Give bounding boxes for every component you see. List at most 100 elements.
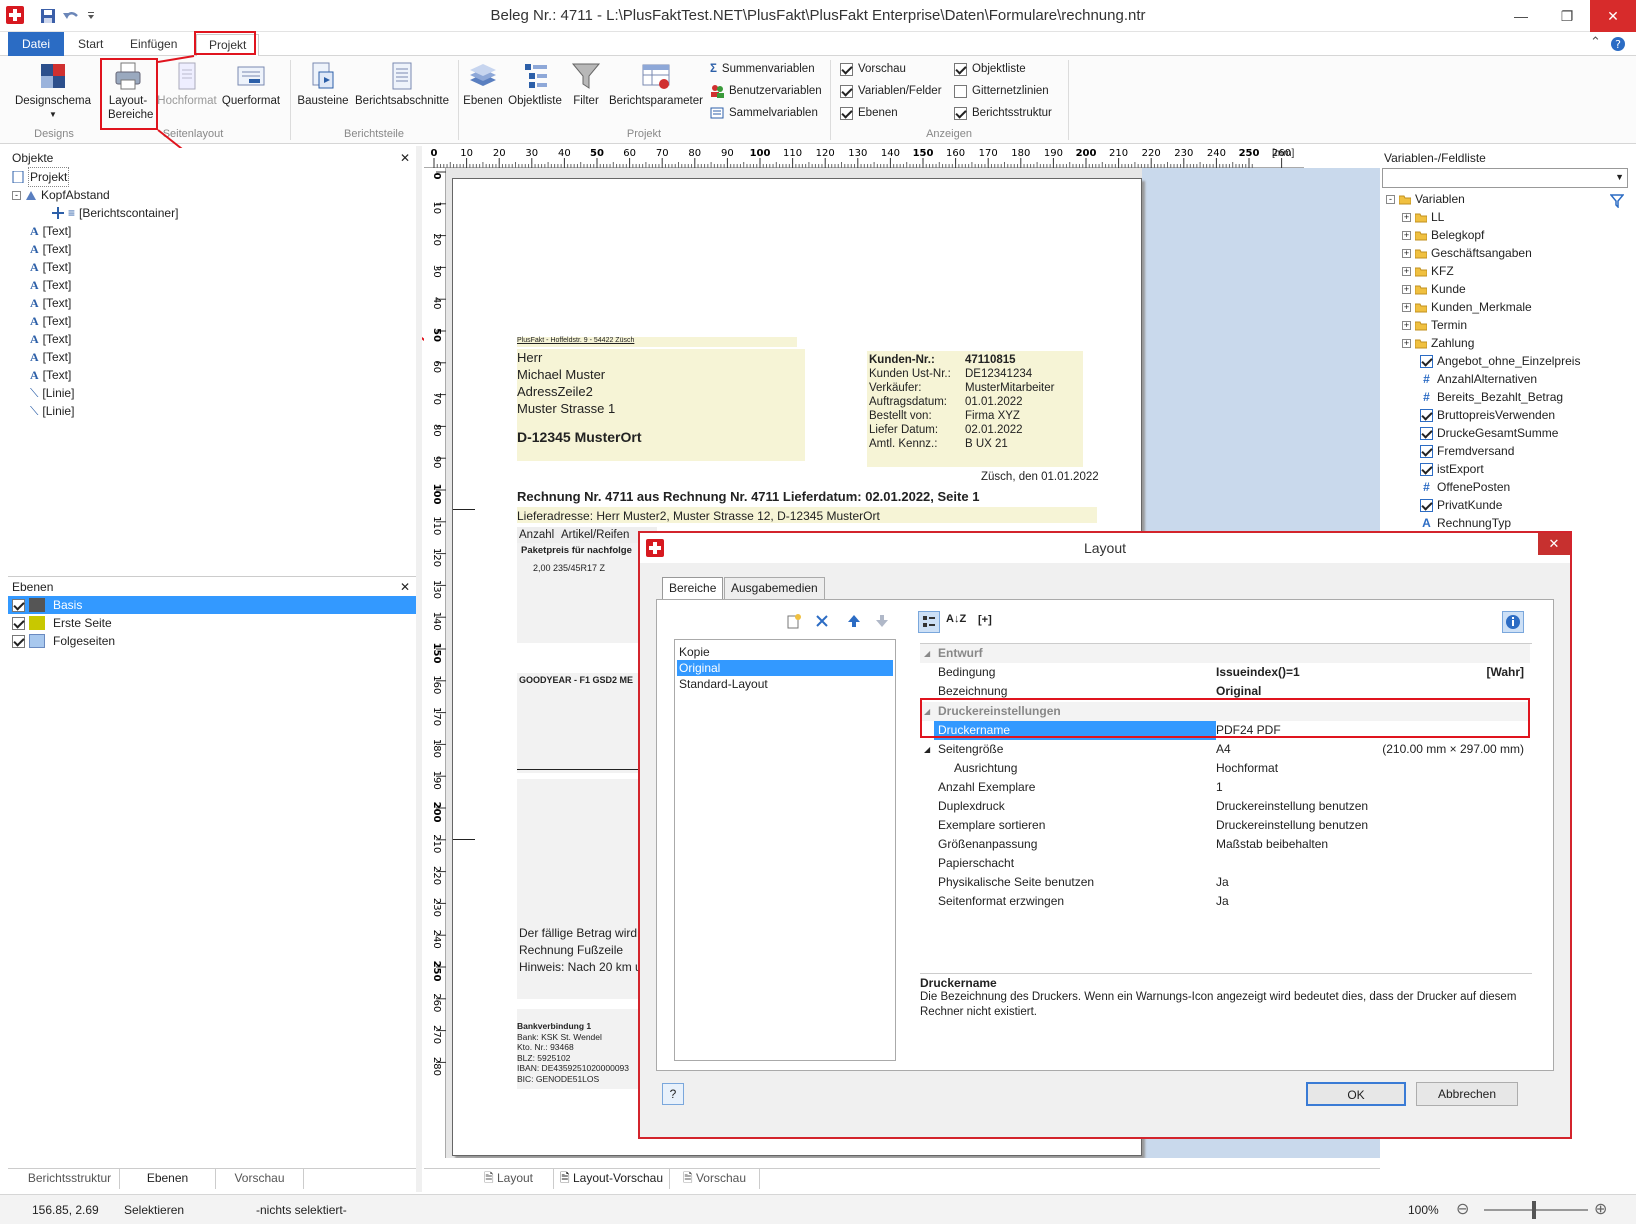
expand-all-button[interactable]: [+] (978, 614, 992, 626)
ebenen-button[interactable]: Ebenen (462, 60, 504, 108)
hochformat-button[interactable]: Hochformat (156, 60, 218, 108)
tab-layout[interactable]: 🗎 Layout (464, 1169, 554, 1189)
check-objektliste[interactable]: Objektliste (954, 60, 1026, 78)
minimize-button[interactable]: — (1498, 0, 1544, 32)
cancel-button[interactable]: Abbrechen (1416, 1082, 1518, 1106)
info-labels[interactable]: Kunden-Nr.: Kunden Ust-Nr.: Verkäufer: A… (869, 353, 951, 451)
undo-icon[interactable] (62, 8, 80, 24)
save-icon[interactable] (40, 8, 56, 24)
var-folder[interactable]: + Kunde (1402, 280, 1466, 298)
tree-item-kopfabstand[interactable]: - KopfAbstand (12, 186, 110, 204)
tree-item-text[interactable]: A [Text] (30, 276, 71, 294)
dialog-tab-bereiche[interactable]: Bereiche (662, 577, 724, 599)
item-line[interactable]: 2,00 235/45R17 Z (533, 563, 605, 573)
var-item[interactable]: # AnzahlAlternativen (1420, 370, 1537, 388)
designschema-button[interactable]: Designschema ▼ (12, 60, 94, 122)
tree-item-linie[interactable]: ⟍ [Linie] (30, 402, 74, 420)
maximize-button[interactable]: ❐ (1544, 0, 1590, 32)
paket-line[interactable]: Paketpreis für nachfolge (521, 545, 632, 556)
section-entwurf[interactable]: ◢ Entwurf (920, 644, 1530, 663)
goodyear-line[interactable]: GOODYEAR - F1 GSD2 ME (519, 675, 633, 685)
delete-layout-icon[interactable] (814, 613, 830, 629)
list-item-kopie[interactable]: Kopie (677, 644, 710, 660)
app-logo-icon[interactable] (6, 6, 24, 24)
var-filter-icon[interactable] (1610, 194, 1624, 208)
prop-row[interactable]: Anzahl Exemplare 1 (920, 778, 1530, 797)
var-folder[interactable]: + Geschäftsangaben (1402, 244, 1532, 262)
var-folder[interactable]: + Zahlung (1402, 334, 1474, 352)
tab-einfuegen[interactable]: Einfügen (118, 34, 189, 56)
prop-row[interactable]: Duplexdruck Druckereinstellung benutzen (920, 797, 1530, 816)
check-vorschau[interactable]: Vorschau (840, 60, 906, 78)
prop-row[interactable]: Bedingung Issueindex()=1 [Wahr] (920, 663, 1530, 682)
info-button[interactable] (1502, 611, 1524, 633)
tree-item-text[interactable]: A [Text] (30, 348, 71, 366)
tab-vorschau[interactable]: Vorschau (216, 1169, 304, 1189)
var-folder[interactable]: + KFZ (1402, 262, 1454, 280)
layer-erste-seite[interactable]: Erste Seite (8, 614, 112, 632)
berichtsabschnitte-button[interactable]: Berichtsabschnitte (350, 60, 454, 108)
var-folder[interactable]: + LL (1402, 208, 1444, 226)
zoom-out-icon[interactable]: ⊖ (1456, 1199, 1469, 1219)
prop-row[interactable]: Papierschacht (920, 854, 1530, 873)
splitter[interactable] (416, 146, 422, 1192)
zoom-slider-thumb[interactable] (1532, 1201, 1536, 1219)
tree-item-text[interactable]: A [Text] (30, 330, 71, 348)
collapse-ribbon-icon[interactable]: ⌃ (1590, 34, 1601, 50)
list-item-original[interactable]: Original (677, 660, 893, 676)
city-line[interactable]: D-12345 MusterOrt (517, 429, 642, 445)
tree-item-text[interactable]: A [Text] (30, 366, 71, 384)
var-item[interactable]: DruckeGesamtSumme (1420, 424, 1558, 442)
help-button[interactable]: ? (662, 1083, 684, 1105)
objektliste-button[interactable]: Objektliste (506, 60, 564, 108)
prop-row[interactable]: Ausrichtung Hochformat (920, 759, 1530, 778)
var-item[interactable]: # OffenePosten (1420, 478, 1510, 496)
prop-row[interactable]: ◢ Seitengröße A4 (210.00 mm × 297.00 mm) (920, 740, 1530, 759)
var-root[interactable]: - Variablen (1386, 190, 1465, 208)
date-line[interactable]: Züsch, den 01.01.2022 (981, 471, 1099, 483)
list-item-standard-layout[interactable]: Standard-Layout (677, 676, 768, 692)
sender-line[interactable]: PlusFakt - Hoffeldstr. 9 - 54422 Züsch (517, 337, 634, 344)
close-objects-panel-icon[interactable]: ✕ (400, 148, 410, 168)
delivery-address[interactable]: Lieferadresse: Herr Muster2, Muster Stra… (517, 509, 880, 523)
zoom-in-icon[interactable]: ⊕ (1594, 1199, 1607, 1219)
filter-button[interactable]: Filter (568, 60, 604, 108)
tree-item-text[interactable]: A [Text] (30, 222, 71, 240)
tab-start[interactable]: Start (66, 34, 115, 56)
prop-row[interactable]: Physikalische Seite benutzen Ja (920, 873, 1530, 892)
bausteine-button[interactable]: Bausteine (294, 60, 352, 108)
new-layout-icon[interactable] (786, 613, 802, 629)
prop-row[interactable]: Seitenformat erzwingen Ja (920, 892, 1530, 911)
tree-item-text[interactable]: A [Text] (30, 240, 71, 258)
tab-preview[interactable]: 🗎 Vorschau (670, 1169, 760, 1189)
var-item[interactable]: istExport (1420, 460, 1484, 478)
tree-item-linie[interactable]: ⟍ [Linie] (30, 384, 74, 402)
col-artikel[interactable]: Artikel/Reifen (561, 529, 629, 541)
move-up-icon[interactable] (846, 613, 862, 629)
close-window-button[interactable]: ✕ (1590, 0, 1636, 32)
tree-item-berichtscontainer[interactable]: ≡ [Berichtscontainer] (52, 204, 178, 222)
tree-item-text[interactable]: A [Text] (30, 258, 71, 276)
sammelvariablen-button[interactable]: Sammelvariablen (710, 104, 818, 122)
bank-block[interactable]: Bankverbindung 1 Bank: KSK St. Wendel Kt… (517, 1021, 629, 1084)
var-item[interactable]: Angebot_ohne_Einzelpreis (1420, 352, 1580, 370)
tab-ebenen[interactable]: Ebenen (120, 1169, 216, 1189)
sort-az-button[interactable]: A↓Z (946, 613, 966, 625)
layer-folgeseiten[interactable]: Folgeseiten (8, 632, 115, 650)
tree-item-text[interactable]: A [Text] (30, 294, 71, 312)
berichtsparameter-button[interactable]: Berichtsparameter (608, 60, 704, 108)
check-berichtsstruktur[interactable]: Berichtsstruktur (954, 104, 1052, 122)
check-ebenen[interactable]: Ebenen (840, 104, 898, 122)
tab-berichtsstruktur[interactable]: Berichtsstruktur (20, 1169, 120, 1189)
ok-button[interactable]: OK (1306, 1082, 1406, 1106)
querformat-button[interactable]: Querformat (218, 60, 284, 108)
close-layers-panel-icon[interactable]: ✕ (400, 577, 410, 597)
summenvariablen-button[interactable]: Σ Summenvariablen (710, 60, 815, 78)
var-item[interactable]: Fremdversand (1420, 442, 1514, 460)
dropdown-arrow-icon[interactable] (86, 8, 96, 24)
zoom-slider[interactable] (1484, 1209, 1588, 1211)
tab-layout-vorschau[interactable]: 🗎 Layout-Vorschau (554, 1169, 670, 1189)
address-block[interactable]: Herr Michael Muster AdressZeile2 Muster … (517, 349, 615, 417)
check-gitternetzlinien[interactable]: Gitternetzlinien (954, 82, 1049, 100)
var-folder[interactable]: + Belegkopf (1402, 226, 1484, 244)
